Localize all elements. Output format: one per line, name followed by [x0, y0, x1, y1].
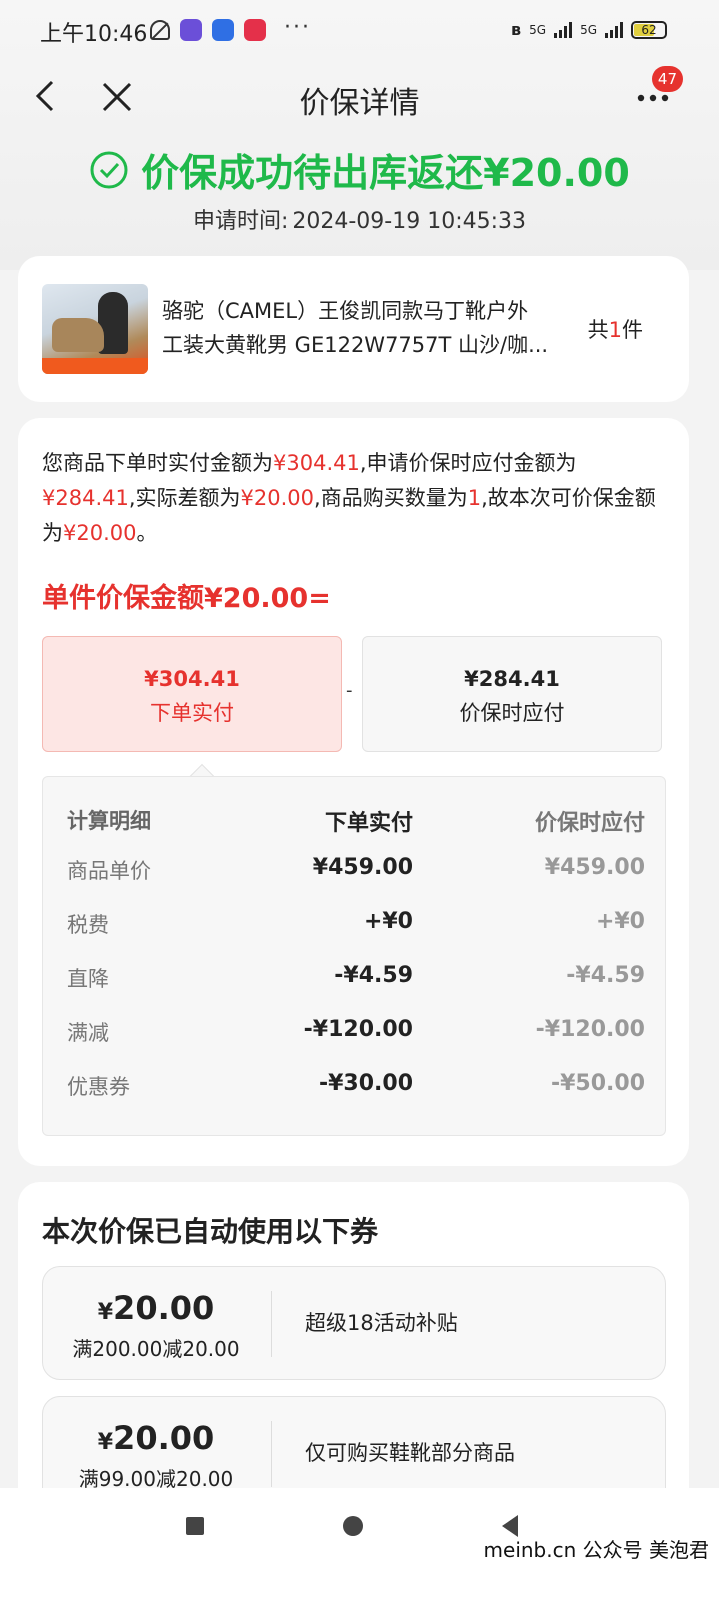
due-amount: ¥284.41: [464, 667, 560, 691]
page-title: 价保详情: [299, 86, 420, 121]
price-protect-status: 价保成功待出库返还¥20.00: [0, 142, 719, 197]
explain-diff-amount: ¥20.00: [240, 486, 315, 510]
minus-sign: -: [346, 680, 353, 701]
explain-part: ,实际差额为: [128, 486, 241, 510]
calc-row-due: -¥4.59: [566, 963, 645, 988]
calc-row: 优惠券 -¥30.00 -¥50.00: [43, 1071, 667, 1111]
bluetooth-icon: ʙ: [511, 20, 522, 39]
paid-amount-box[interactable]: ¥304.41 下单实付: [42, 636, 342, 752]
coupons-card: 本次价保已自动使用以下券 ¥20.00 满200.00减20.00 超级18活动…: [18, 1182, 689, 1512]
coupon-condition: 满200.00减20.00: [72, 1337, 240, 1361]
battery-level: 62: [641, 22, 657, 37]
coupon-description: 仅可购买鞋靴部分商品: [305, 1441, 515, 1465]
calc-row-paid: ¥459.00: [312, 855, 413, 880]
status-system-icons: ʙ 5G 5G 62: [511, 20, 667, 39]
qty-value: 1: [608, 318, 622, 342]
paid-amount: ¥304.41: [144, 667, 240, 691]
app-notification-icon: [180, 19, 202, 41]
calculation-table: 计算明细 下单实付 价保时应付 商品单价 ¥459.00 ¥459.00 税费 …: [42, 776, 666, 1136]
shop-notification-icon: [244, 19, 266, 41]
calc-row-due: -¥120.00: [535, 1017, 645, 1042]
calc-row: 直降 -¥4.59 -¥4.59: [43, 963, 667, 1003]
status-bar: 上午10:46 ··· ʙ 5G 5G 62: [0, 0, 719, 62]
calc-row-due: +¥0: [595, 909, 645, 934]
qty-prefix: 共: [587, 318, 609, 342]
explain-part: 。: [136, 521, 158, 545]
explain-refund-amount: ¥20.00: [63, 521, 137, 545]
message-count-badge[interactable]: 47: [651, 66, 683, 92]
qty-suffix: 件: [622, 318, 643, 342]
apply-time: 申请时间: 2024-09-19 10:45:33: [0, 203, 719, 235]
status-time: 上午10:46: [40, 22, 148, 47]
explanation-text: 您商品下单时实付金额为¥304.41,申请价保时应付金额为 ¥284.41,实际差…: [42, 446, 664, 551]
apply-time-label: 申请时间:: [192, 209, 289, 234]
coupon-divider: [271, 1421, 272, 1487]
coupon-value: ¥20.00: [43, 1289, 269, 1327]
recents-square-icon[interactable]: [186, 1517, 204, 1535]
mute-bell-icon: [150, 20, 170, 40]
calc-row-label: 商品单价: [67, 859, 151, 883]
more-notifications-icon: ···: [284, 14, 311, 40]
coupon-amount: 20.00: [113, 1289, 215, 1327]
network-label-1: 5G: [529, 22, 547, 37]
calc-row: 满减 -¥120.00 -¥120.00: [43, 1017, 667, 1057]
calc-header-paid: 下单实付: [324, 811, 413, 836]
calc-row-label: 优惠券: [67, 1075, 130, 1099]
calc-row-due: ¥459.00: [544, 855, 645, 880]
home-circle-icon[interactable]: [343, 1516, 363, 1536]
calc-row-paid: -¥120.00: [303, 1017, 413, 1042]
calc-row-due: -¥50.00: [550, 1071, 645, 1096]
calc-row-paid: +¥0: [363, 909, 413, 934]
unit-refund-title: 单件价保金额¥20.00=: [42, 583, 331, 614]
explain-part: ,申请价保时应付金额为: [359, 451, 577, 475]
calc-row: 商品单价 ¥459.00 ¥459.00: [43, 855, 667, 895]
calc-header-due: 价保时应付: [534, 811, 645, 836]
explain-part: ,商品购买数量为: [314, 486, 468, 510]
coupon-divider: [271, 1291, 272, 1357]
price-detail-card: 您商品下单时实付金额为¥304.41,申请价保时应付金额为¥284.41,实际差…: [18, 418, 689, 1166]
signal-icon-2: [605, 21, 623, 38]
explain-due-amount: ¥284.41: [42, 486, 129, 510]
explain-qty: 1: [467, 486, 482, 510]
calc-row-paid: -¥30.00: [318, 1071, 413, 1096]
calc-header-row: 计算明细 下单实付 价保时应付: [43, 805, 667, 845]
coupon-amount: 20.00: [113, 1419, 215, 1457]
battery-icon: 62: [631, 20, 667, 39]
product-name-line1: 骆驼（CAMEL）王俊凯同款马丁靴户外: [162, 299, 529, 323]
watermark-text: meinb.cn 公众号 美泡君: [483, 1538, 709, 1562]
calc-row-label: 直降: [67, 967, 109, 991]
product-card[interactable]: 骆驼（CAMEL）王俊凯同款马丁靴户外 工装大黄靴男 GE122W7757T 山…: [18, 256, 689, 402]
calc-row-paid: -¥4.59: [334, 963, 413, 988]
due-amount-box[interactable]: ¥284.41 价保时应付: [362, 636, 662, 752]
signal-icon-1: [554, 21, 573, 38]
coupon-item[interactable]: ¥20.00 满200.00减20.00 超级18活动补贴: [42, 1266, 666, 1380]
due-label: 价保时应付: [459, 701, 565, 725]
paid-label: 下单实付: [150, 701, 234, 725]
product-quantity: 共1件: [588, 314, 643, 344]
calc-header-label: 计算明细: [67, 809, 151, 833]
calc-row-label: 满减: [67, 1021, 109, 1045]
apply-time-value: 2024-09-19 10:45:33: [292, 209, 527, 234]
shield-notification-icon: [212, 19, 234, 41]
coupon-currency: ¥: [97, 1430, 114, 1455]
coupon-currency: ¥: [97, 1300, 114, 1325]
coupons-title: 本次价保已自动使用以下券: [42, 1215, 379, 1248]
coupon-description: 超级18活动补贴: [305, 1311, 458, 1335]
calc-row-label: 税费: [67, 913, 109, 937]
status-notification-icons: ···: [150, 15, 311, 41]
explain-part: 您商品下单时实付金额为: [42, 451, 273, 475]
product-name[interactable]: 骆驼（CAMEL）王俊凯同款马丁靴户外 工装大黄靴男 GE122W7757T 山…: [162, 294, 572, 362]
network-label-2: 5G: [580, 22, 597, 37]
calc-row: 税费 +¥0 +¥0: [43, 909, 667, 949]
explain-paid-amount: ¥304.41: [273, 451, 360, 475]
product-name-line2: 工装大黄靴男 GE122W7757T 山沙/咖...: [162, 333, 549, 357]
status-text: 价保成功待出库返还¥20.00: [141, 151, 630, 195]
success-check-icon: [90, 151, 128, 188]
coupon-value: ¥20.00: [43, 1419, 269, 1457]
product-image[interactable]: [42, 284, 148, 374]
